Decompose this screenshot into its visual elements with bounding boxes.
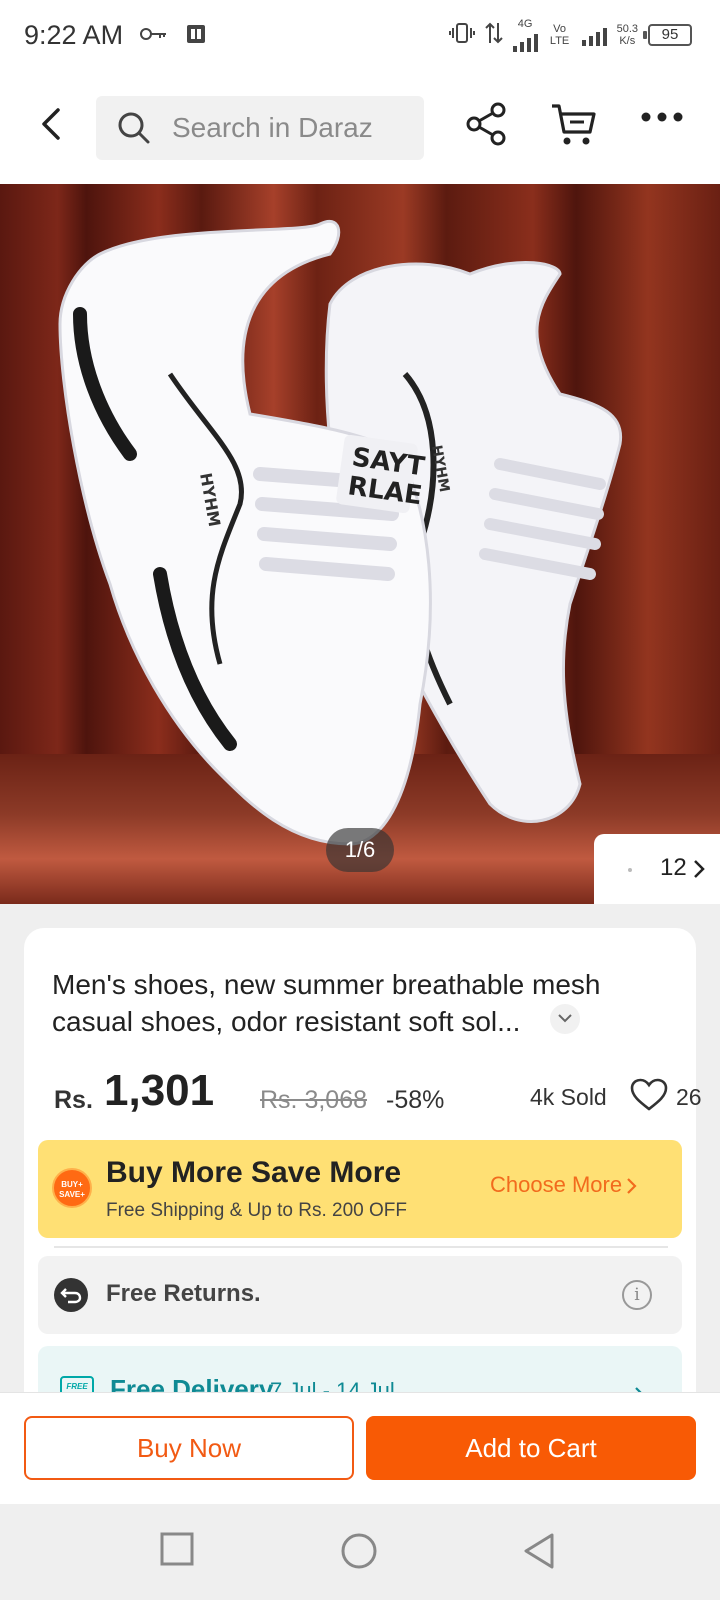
search-bar[interactable] [96,96,424,160]
more-options-button[interactable] [640,110,684,128]
price-value: 1,301 [104,1066,215,1115]
more-dots-icon [641,112,683,122]
back-nav-button[interactable] [522,1532,556,1575]
top-bar [0,72,720,184]
square-icon [160,1532,194,1566]
data-arrows-icon [484,21,503,50]
buy-now-button[interactable]: Buy Now [24,1416,354,1480]
volte-label: Vo LTE [549,23,570,47]
home-button[interactable] [340,1532,378,1575]
key-icon [140,27,168,46]
battery-icon: 95 [643,24,692,46]
status-time: 9:22 AM [24,20,124,50]
cart-button[interactable] [550,102,598,153]
product-image: SAYT RLAE HYHM HYHM [58,219,623,846]
cart-icon [552,104,596,145]
system-navigation-bar [0,1504,720,1600]
wishlist-count: 26 [676,1084,702,1110]
back-arrow-icon [42,108,60,140]
promo-subtext: Free Shipping & Up to Rs. 200 OFF [106,1200,407,1221]
add-to-cart-button[interactable]: Add to Cart [366,1416,696,1480]
back-button[interactable] [30,102,74,146]
price-currency: Rs. [54,1086,93,1114]
image-counter: 1/6 [326,828,394,872]
chevron-right-icon [694,860,705,878]
choose-more-link[interactable]: Choose More [490,1172,638,1198]
thumbnail-count: 12 [660,854,687,881]
heart-icon [630,1078,668,1111]
free-returns-row[interactable]: Free Returns. i [38,1256,682,1334]
triangle-back-icon [524,1533,554,1569]
signal-4g-icon: 4G [512,18,538,52]
price-row: Rs. 1,301 Rs. 3,068 -58% 4k Sold 26 [54,1060,702,1120]
net-speed: 50.3 K/s [616,23,638,47]
info-icon[interactable]: i [622,1280,652,1310]
return-icon [54,1278,88,1312]
chevron-right-icon [627,1178,637,1194]
gallery-thumbnails-button[interactable]: 12 [594,834,720,904]
product-image-gallery[interactable]: SAYT RLAE HYHM HYHM 1/6 12 [0,184,720,904]
chevron-down-icon [558,1014,572,1023]
search-icon [118,112,150,144]
free-returns-label: Free Returns. [106,1280,261,1307]
wishlist-button[interactable] [630,1078,668,1117]
share-button[interactable] [466,102,508,151]
signal-icon [581,24,607,46]
sold-count: 4k Sold [530,1084,607,1110]
promo-heading: Buy More Save More [106,1156,402,1189]
discount-percent: -58% [386,1086,445,1114]
buy-save-badge-icon: BUY+ SAVE+ [52,1168,92,1208]
divider [54,1246,668,1248]
bottom-action-bar: Buy Now Add to Cart [0,1392,720,1504]
original-price: Rs. 3,068 [260,1086,368,1114]
share-icon [466,102,506,146]
sim-card-icon [184,22,208,51]
status-bar: 9:22 AM 4G Vo LTE 50.3 K/s 95 [0,0,720,72]
vibrate-icon [448,22,475,49]
recent-apps-button[interactable] [160,1532,194,1571]
search-input[interactable] [172,96,412,160]
buy-more-save-more-banner[interactable]: BUY+ SAVE+ Buy More Save More Free Shipp… [38,1140,682,1238]
circle-icon [341,1533,377,1569]
expand-title-button[interactable] [550,1004,580,1034]
